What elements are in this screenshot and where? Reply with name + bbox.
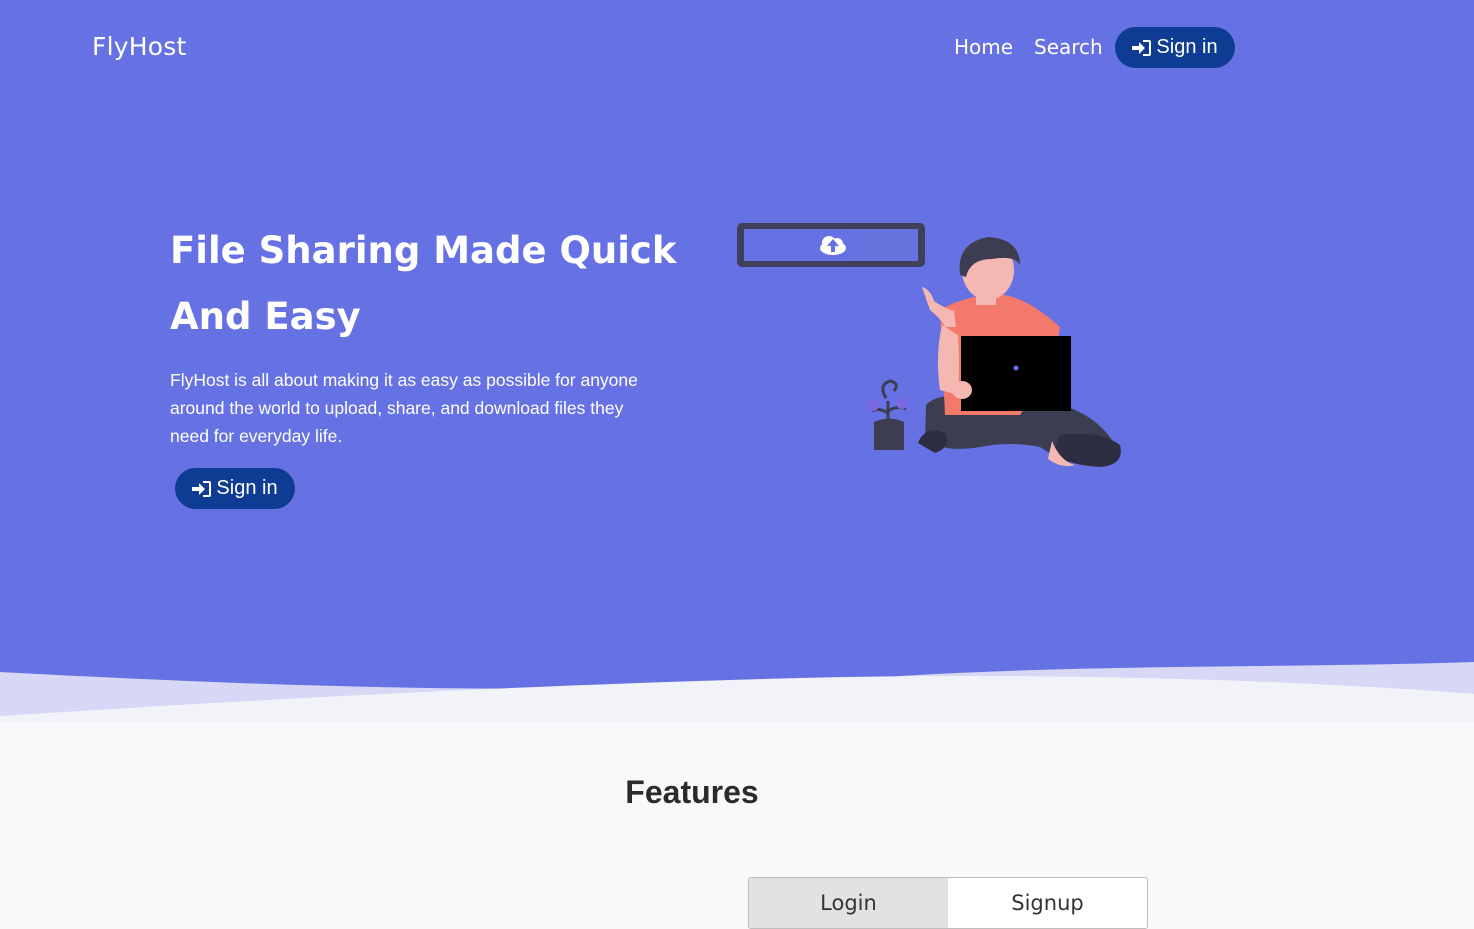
nav-home-link[interactable]: Home <box>954 35 1013 59</box>
tab-login[interactable]: Login <box>749 878 948 928</box>
hero-wave <box>0 662 1474 722</box>
upload-progress-bar <box>737 223 925 267</box>
plant <box>867 379 908 450</box>
sign-in-icon <box>192 480 212 497</box>
sign-in-icon <box>1132 39 1152 56</box>
hero-signin-button[interactable]: Sign in <box>175 468 295 509</box>
nav-signin-button[interactable]: Sign in <box>1115 27 1235 68</box>
hero-illustration <box>737 223 1121 467</box>
features-title: Features <box>625 774 759 810</box>
nav-search-link[interactable]: Search <box>1034 35 1103 59</box>
hero-title: File Sharing Made Quick And Easy <box>170 229 677 338</box>
hero-description: FlyHost is all about making it as easy a… <box>170 370 638 446</box>
nav-signin-label: Sign in <box>1156 36 1218 58</box>
tab-signup[interactable]: Signup <box>948 878 1147 928</box>
brand-logo[interactable]: FlyHost <box>92 32 186 61</box>
auth-tabs: Login Signup <box>748 877 1148 929</box>
hero-signin-label: Sign in <box>216 477 278 499</box>
hero-section: FlyHost Home Search Sign in File Sharing… <box>0 0 1474 722</box>
